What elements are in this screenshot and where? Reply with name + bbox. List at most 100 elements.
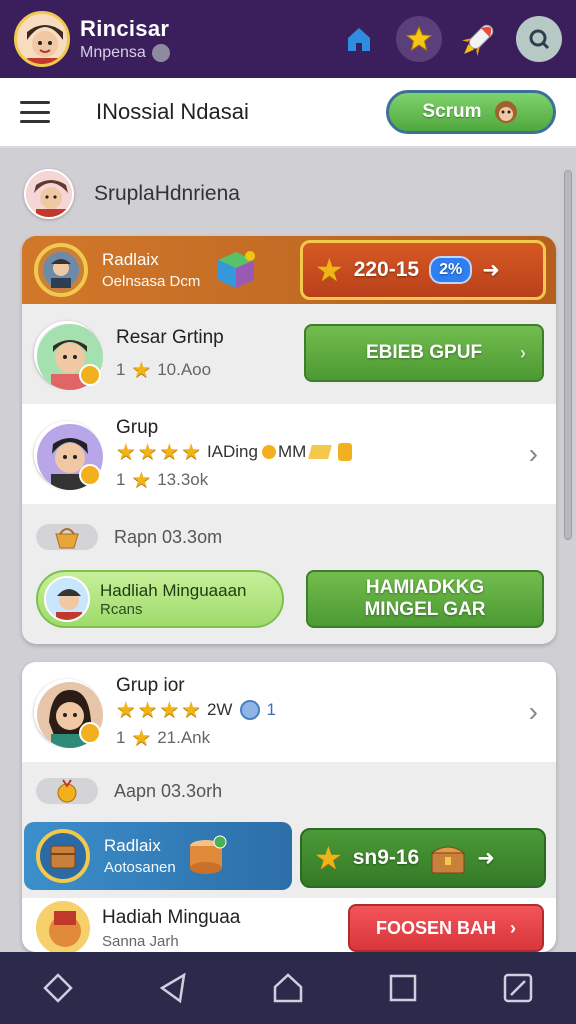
star-icon: ★ bbox=[137, 697, 158, 722]
group-card: Grup ior ★ ★ ★ ★ 2W 1 1 ★ 21.Ank › Aapn … bbox=[22, 662, 556, 952]
join-group-button[interactable]: EBIEB GPUF › bbox=[304, 324, 544, 382]
weekly-reward-row[interactable]: Hadiah Minguaa Sanna Jarh FOOSEN BAH › bbox=[22, 898, 556, 952]
content-area[interactable]: SruplaHdnriena Radlaix Oelnsasa Dcm ★ 22… bbox=[0, 150, 576, 952]
send-icon bbox=[159, 972, 186, 1004]
search-button[interactable] bbox=[516, 16, 562, 62]
reward-banner[interactable]: Radlaix Oelnsasa Dcm ★ 220-15 2% ➜ bbox=[22, 236, 556, 304]
star-icon: ★ bbox=[181, 697, 201, 722]
menu-icon[interactable] bbox=[20, 101, 50, 123]
reward-title: Radlaix bbox=[102, 250, 159, 269]
member-count: 1 bbox=[116, 360, 126, 379]
reward-subtitle: Oelnsasa Dcm bbox=[102, 273, 201, 290]
group-time: 13.3ok bbox=[157, 470, 209, 489]
nav-send-button[interactable] bbox=[149, 964, 197, 1012]
rating-stars: ★ ★ ★ ★ IADing MM bbox=[116, 439, 353, 464]
section-title: SruplaHdnriena bbox=[94, 182, 240, 205]
weekly-reward-subtitle: Rcans bbox=[100, 600, 143, 618]
scrum-button[interactable]: Scrum bbox=[386, 90, 556, 134]
chevron-right-icon[interactable]: › bbox=[529, 696, 538, 728]
reward-claim-button[interactable]: ★ sn9-16 ➜ bbox=[300, 828, 546, 888]
weekly-reward-title: Hadiah Minguaa bbox=[102, 906, 241, 928]
profile-avatar[interactable] bbox=[14, 11, 70, 67]
nav-back-button[interactable] bbox=[34, 964, 82, 1012]
star-icon: ★ bbox=[159, 697, 180, 722]
group-row[interactable]: Resar Grtinp 1 ★ 10.Aoo EBIEB GPUF › bbox=[22, 304, 556, 404]
group-title: Grup bbox=[116, 417, 159, 438]
star-icon: ★ bbox=[137, 439, 158, 464]
nav-recents-button[interactable] bbox=[379, 964, 427, 1012]
group-card: Radlaix Oelnsasa Dcm ★ 220-15 2% ➜ Resar… bbox=[22, 236, 556, 644]
app-subtitle: Mnpensa bbox=[80, 44, 170, 62]
nav-home-button[interactable] bbox=[264, 964, 312, 1012]
reward-banner[interactable]: Radlaix Aotosanen bbox=[24, 822, 292, 890]
reward-claim-button[interactable]: ★ 220-15 2% ➜ bbox=[300, 240, 546, 300]
bottom-navigation bbox=[0, 952, 576, 1024]
home-icon bbox=[348, 28, 370, 51]
home-icon bbox=[273, 973, 303, 1003]
basket-icon bbox=[55, 528, 79, 549]
chevron-right-icon: › bbox=[510, 917, 516, 938]
section-avatar bbox=[24, 169, 74, 219]
weekly-reward-title: Hadliah Minguaaan bbox=[100, 580, 247, 600]
nav-edit-button[interactable] bbox=[494, 964, 542, 1012]
coin-icon bbox=[79, 722, 101, 744]
page-header: INossial Ndasai Scrum bbox=[0, 78, 576, 148]
trophy-icon bbox=[338, 443, 353, 461]
coin-icon bbox=[261, 445, 276, 459]
coin-icon bbox=[79, 364, 101, 386]
chevron-right-icon[interactable]: › bbox=[529, 438, 538, 470]
group-avatar bbox=[34, 421, 103, 490]
group-avatar bbox=[34, 321, 103, 390]
group-meta: 1 ★ 13.3ok bbox=[116, 469, 352, 491]
reward-avatar bbox=[34, 899, 92, 952]
join-group-button-label: EBIEB GPUF bbox=[365, 342, 483, 364]
app-subtitle-text: Mnpensa bbox=[80, 44, 146, 61]
lock-icon bbox=[151, 44, 170, 62]
progress-row: Aapn 03.3orh bbox=[22, 766, 556, 816]
reward-avatar bbox=[44, 576, 90, 622]
monkey-icon bbox=[494, 101, 517, 123]
group-time: 10.Aoo bbox=[157, 360, 212, 379]
rating-extra: 1 bbox=[266, 700, 276, 719]
star-icon: ★ bbox=[131, 467, 152, 492]
scrollbar[interactable] bbox=[564, 170, 572, 540]
reward-title: Radlaix bbox=[104, 836, 161, 855]
boost-button[interactable] bbox=[456, 16, 502, 62]
ticket-icon bbox=[308, 445, 333, 459]
star-icon: ★ bbox=[131, 357, 152, 382]
home-button[interactable] bbox=[336, 16, 382, 62]
group-row[interactable]: Grup ★ ★ ★ ★ IADing MM 1 ★ 13.3ok › bbox=[22, 404, 556, 504]
rating-stars: ★ ★ ★ ★ 2W 1 bbox=[116, 699, 276, 721]
reward-value: sn9-16 bbox=[352, 846, 420, 869]
basket-pill bbox=[36, 524, 98, 550]
group-title: Grup ior bbox=[116, 675, 185, 696]
app-title: Rincisar bbox=[80, 16, 170, 41]
page-title: INossial Ndasai bbox=[96, 99, 249, 124]
coin-icon bbox=[79, 464, 101, 486]
treasure-chest-icon bbox=[430, 846, 466, 874]
top-bar: Rincisar Mnpensa bbox=[0, 0, 576, 78]
member-count: 1 bbox=[116, 470, 126, 489]
rating-extra: MM bbox=[277, 442, 307, 461]
claim-reward-button-label: FOOSEN BAH bbox=[375, 917, 496, 938]
reward-ring-icon bbox=[36, 829, 90, 883]
star-icon: ★ bbox=[159, 439, 180, 464]
rating-text: 2W bbox=[206, 700, 233, 719]
coin-pill bbox=[36, 778, 98, 804]
chevron-right-icon: › bbox=[520, 342, 526, 363]
barrel-icon bbox=[189, 835, 227, 874]
group-time: 21.Ank bbox=[157, 728, 211, 747]
group-row[interactable]: Grup ior ★ ★ ★ ★ 2W 1 1 ★ 21.Ank › bbox=[22, 662, 556, 762]
rating-text: IADing bbox=[206, 442, 258, 461]
favorites-button[interactable] bbox=[396, 16, 442, 62]
arrow-right-icon: ➜ bbox=[482, 258, 500, 282]
weekly-reward-pill[interactable]: Hadliah Minguaaan Rcans bbox=[36, 570, 284, 628]
claim-reward-button[interactable]: FOOSEN BAH › bbox=[348, 904, 544, 952]
search-icon bbox=[529, 29, 550, 50]
reward-subtitle: Aotosanen bbox=[104, 859, 176, 876]
weekly-reward-button[interactable]: HAMIADKKG MINGEL GAR bbox=[306, 570, 544, 628]
reward-value: 220-15 bbox=[353, 258, 420, 281]
square-icon bbox=[389, 974, 417, 1002]
gift-cube-icon bbox=[218, 251, 256, 288]
rocket-icon bbox=[462, 24, 494, 56]
